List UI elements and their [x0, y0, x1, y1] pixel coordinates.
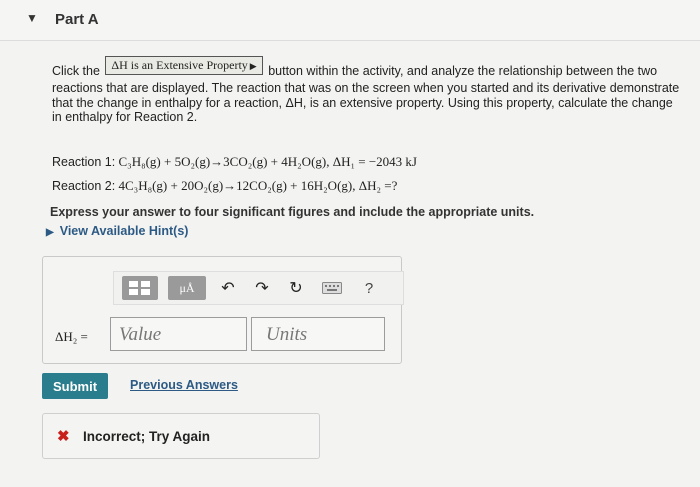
keyboard-icon[interactable]	[318, 276, 346, 300]
help-button[interactable]: ?	[359, 276, 379, 300]
view-hints-link[interactable]: ▶ View Available Hint(s)	[46, 224, 188, 238]
redo-icon[interactable]: ↷	[252, 276, 272, 300]
templates-icon[interactable]	[122, 276, 158, 300]
units-input[interactable]: Units	[251, 317, 385, 351]
feedback-box: ✖ Incorrect; Try Again	[42, 413, 320, 459]
express-instruction: Express your answer to four significant …	[50, 205, 535, 219]
view-hints-label: View Available Hint(s)	[59, 224, 189, 238]
reset-icon[interactable]: ↻	[286, 276, 306, 300]
caret-right-icon: ▶	[249, 61, 257, 71]
delta-h2-label: ΔH₂ =	[55, 329, 88, 344]
value-input[interactable]: Value	[110, 317, 247, 351]
extensive-property-button[interactable]: ΔH is an Extensive Property ▶	[105, 56, 263, 75]
reaction-2: Reaction 2: 4C₃H₈(g) + 20O₂(g)→12CO₂(g) …	[52, 178, 397, 194]
reaction-1: Reaction 1: C₃H₈(g) + 5O₂(g)→3CO₂(g) + 4…	[52, 154, 417, 170]
part-header[interactable]: ▼ Part A	[0, 0, 700, 41]
math-toolbar: μÅ ↶ ↷ ↻ ?	[113, 271, 404, 305]
reaction-1-equation: C₃H₈(g) + 5O₂(g)→3CO₂(g) + 4H₂O(g), ΔH₁ …	[118, 154, 417, 169]
x-icon: ✖	[57, 428, 70, 445]
extensive-property-button-label: ΔH is an Extensive Property	[111, 58, 248, 72]
units-symbol-button[interactable]: μÅ	[168, 276, 206, 300]
feedback-text: Incorrect; Try Again	[83, 429, 211, 444]
instructions-prefix: Click the	[52, 64, 100, 78]
previous-answers-link[interactable]: Previous Answers	[130, 378, 238, 392]
answer-box: μÅ ↶ ↷ ↻ ? ΔH₂ = Value Units	[42, 256, 404, 364]
reaction-2-label: Reaction 2:	[52, 179, 116, 193]
triangle-down-icon[interactable]: ▼	[26, 11, 38, 25]
submit-button[interactable]: Submit	[42, 373, 108, 399]
instructions: Click the ΔH is an Extensive Property ▶ b…	[52, 56, 682, 125]
reaction-2-equation: 4C₃H₈(g) + 20O₂(g)→12CO₂(g) + 16H₂O(g), …	[118, 178, 398, 193]
undo-icon[interactable]: ↶	[218, 276, 238, 300]
reaction-1-label: Reaction 1:	[52, 155, 116, 169]
triangle-right-icon: ▶	[46, 227, 54, 238]
part-title: Part A	[55, 11, 99, 28]
